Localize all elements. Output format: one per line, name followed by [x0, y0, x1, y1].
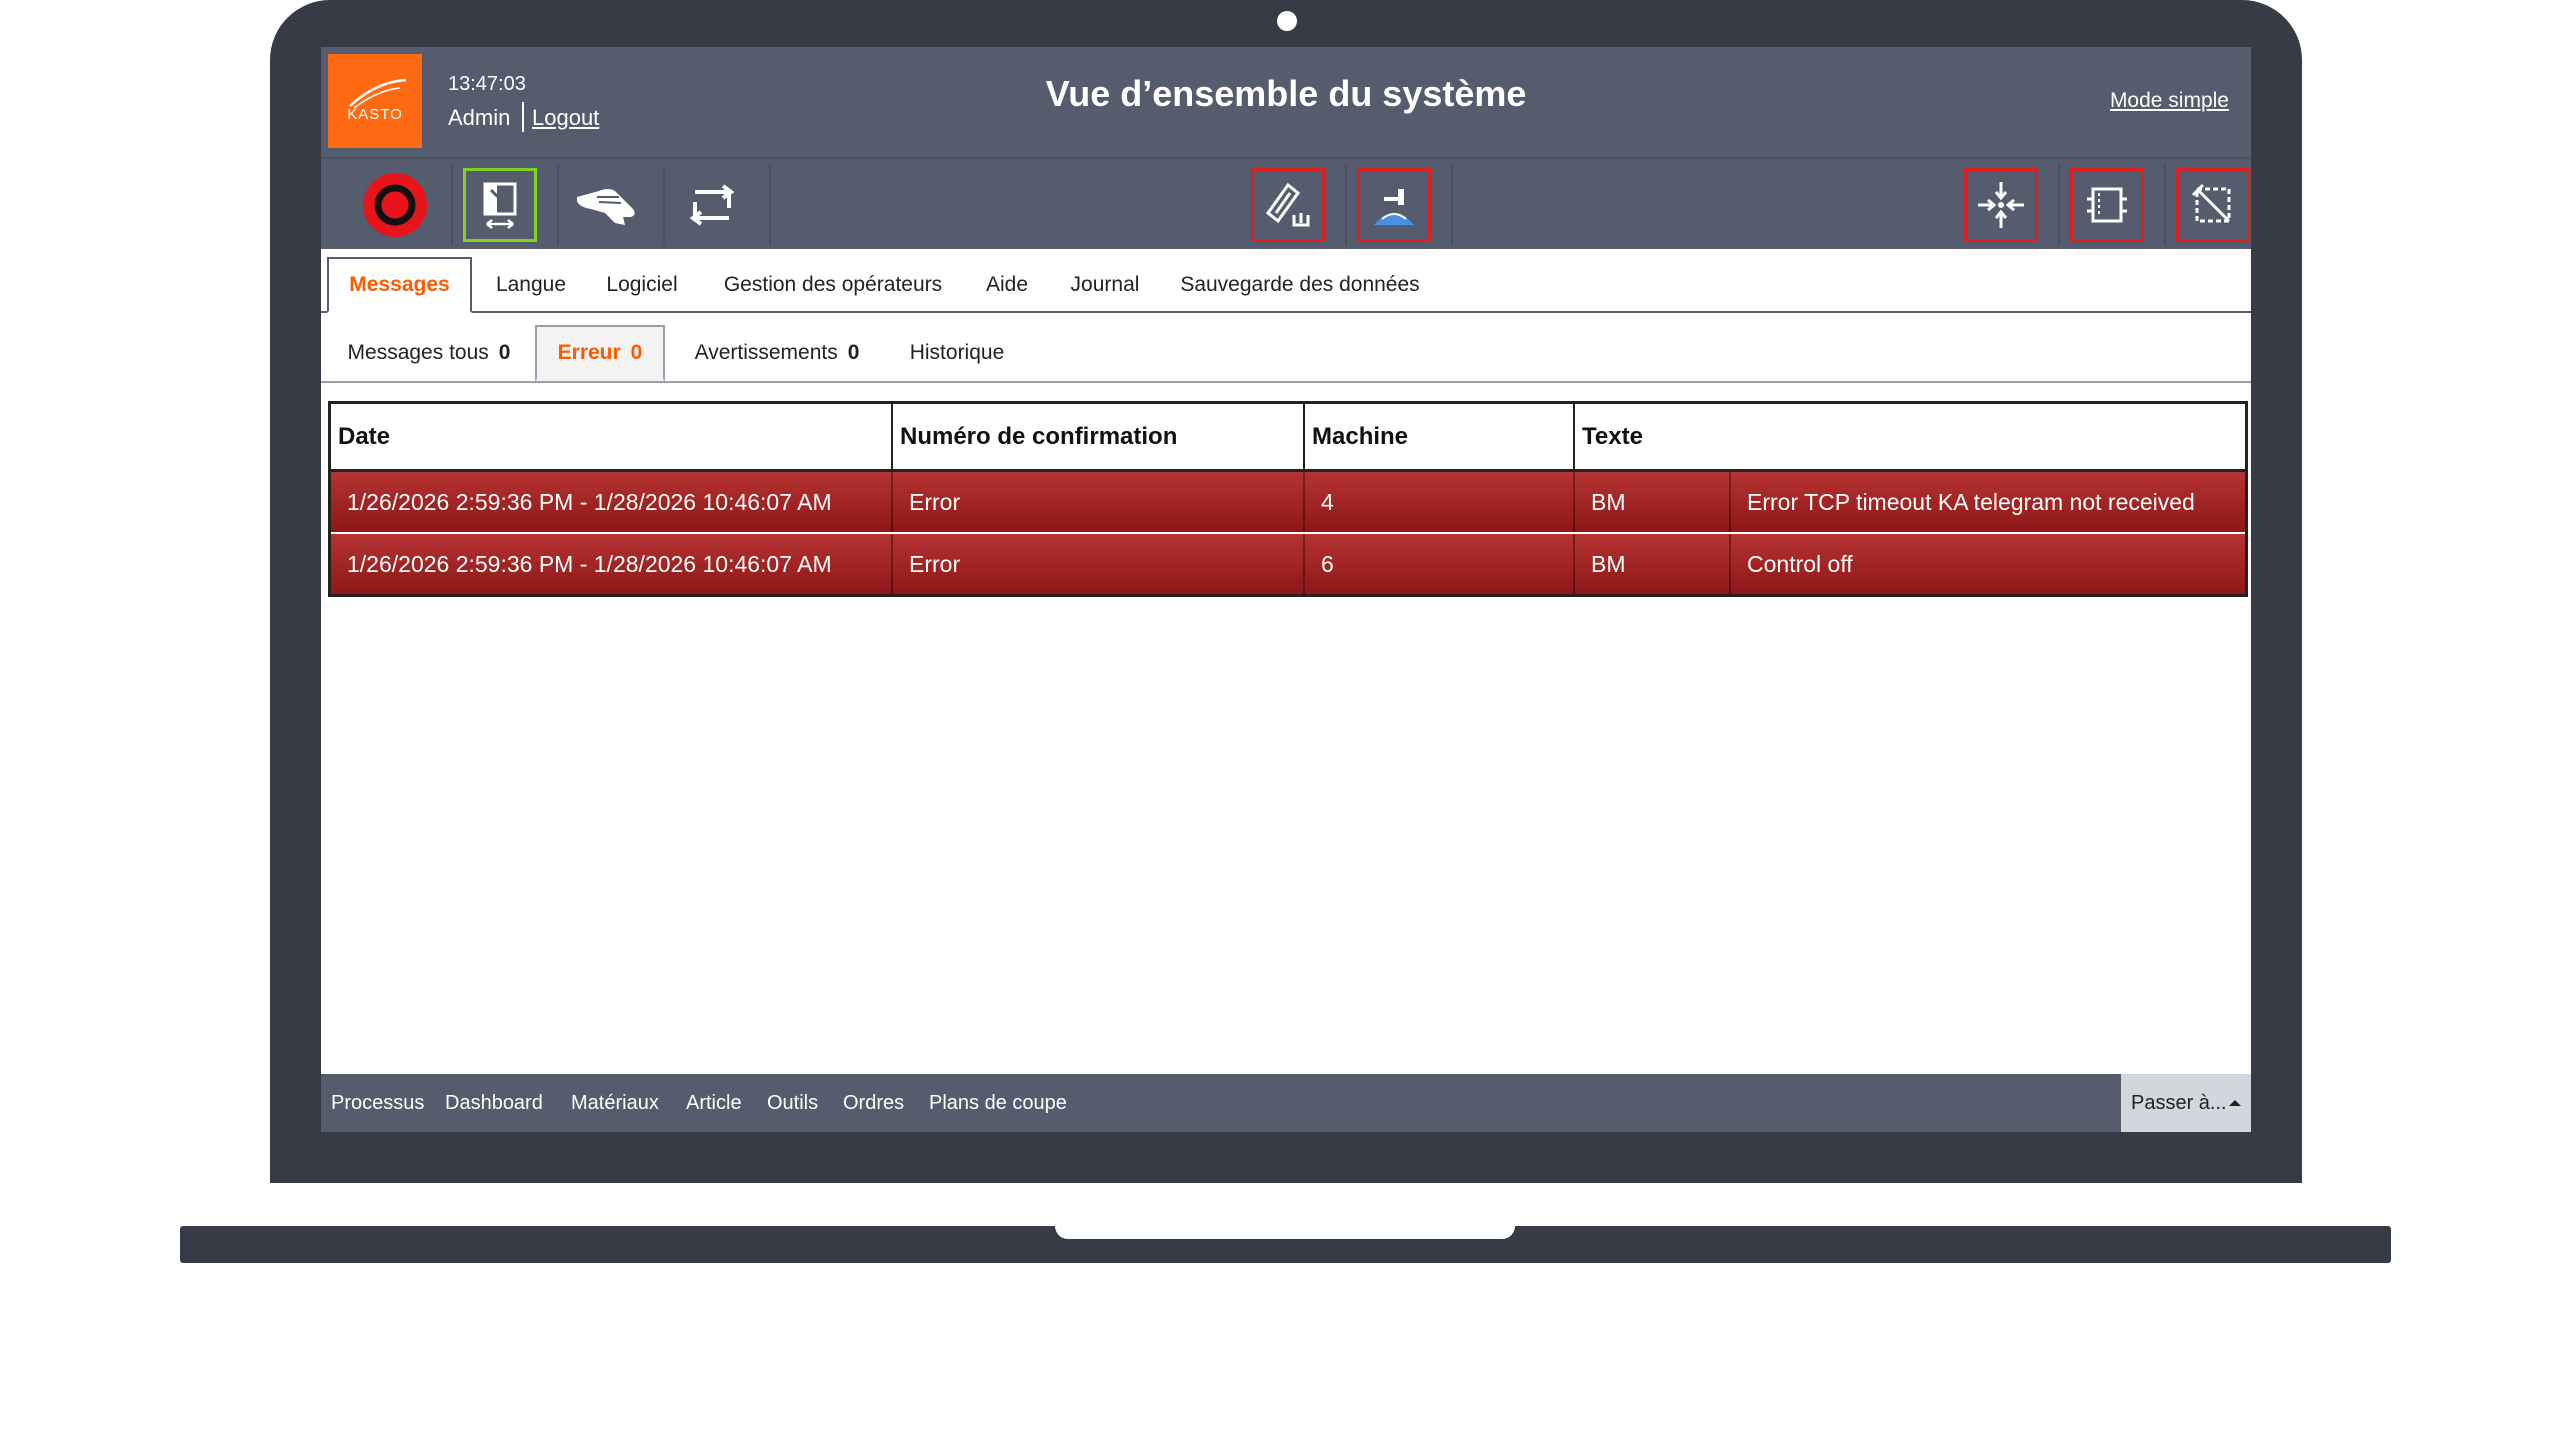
column-header-date[interactable]: Date [331, 404, 891, 469]
messages-table: Date Numéro de confirmation Machine Text… [328, 401, 2248, 597]
passer-a-dropdown[interactable]: Passer à... [2121, 1074, 2251, 1132]
caret-up-icon [2229, 1100, 2241, 1106]
subtab-label: Messages tous [347, 341, 489, 364]
footer-link-ordres[interactable]: Ordres [843, 1074, 904, 1132]
camera-dot [1277, 11, 1297, 31]
subtab-historique[interactable]: Historique [889, 325, 1025, 381]
axis-move-icon [483, 182, 517, 229]
subtab-count: 0 [630, 341, 643, 364]
manual-hand-button[interactable] [569, 168, 643, 242]
footer-link-dashboard[interactable]: Dashboard [445, 1074, 543, 1132]
manual-hand-icon [577, 189, 635, 225]
toolbar-separator [2164, 165, 2166, 245]
tab-gestion-operateurs[interactable]: Gestion des opérateurs [707, 257, 959, 313]
tab-langue[interactable]: Langue [481, 257, 581, 313]
feed-icon [2087, 187, 2127, 223]
subtab-messages-tous[interactable]: Messages tous 0 [331, 325, 527, 381]
footer-link-article[interactable]: Article [686, 1074, 742, 1132]
passer-a-label: Passer à... [2131, 1091, 2227, 1114]
cell-number: 6 [1321, 550, 1334, 577]
subtab-label: Erreur [557, 341, 621, 364]
page-title: Vue d’ensemble du système [1045, 73, 1527, 114]
stop-icon [363, 173, 427, 237]
cut-diagonal-icon [2191, 183, 2231, 223]
subtab-avertissements[interactable]: Avertissements 0 [673, 325, 881, 381]
app-screen: KASTO 13:47:03 Admin Logout Vue d’ensemb… [321, 47, 2251, 1132]
axis-move-button[interactable] [463, 168, 537, 242]
cell-machine: BM [1591, 488, 1626, 515]
blade-adjust-button[interactable] [1251, 168, 1325, 242]
toolbar [321, 157, 2251, 249]
toolbar-separator [2058, 165, 2060, 245]
tab-aide[interactable]: Aide [969, 257, 1045, 313]
blade-adjust-icon [1265, 182, 1310, 227]
cell-text: Control off [1747, 550, 1853, 577]
subtab-label: Avertissements [694, 341, 838, 364]
subtab-erreur[interactable]: Erreur 0 [535, 325, 665, 381]
clamp-icon [1978, 182, 2024, 228]
cell-date: 1/26/2026 2:59:36 PM - 1/28/2026 10:46:0… [347, 488, 832, 515]
cell-machine: BM [1591, 550, 1626, 577]
cell-confirmation: Error [909, 550, 961, 577]
app-header: KASTO 13:47:03 Admin Logout Vue d’ensemb… [321, 47, 2251, 157]
cell-text: Error TCP timeout KA telegram not receiv… [1747, 488, 2195, 515]
toolbar-separator [1451, 165, 1453, 245]
footer-link-plans-de-coupe[interactable]: Plans de coupe [929, 1074, 1067, 1132]
subtab-label: Historique [909, 341, 1005, 364]
toolbar-separator [451, 165, 453, 245]
message-filter-tabs: Messages tous 0 Erreur 0 Avertissements … [321, 313, 2251, 383]
sub-tabs-divider [321, 381, 2251, 383]
cut-diagonal-button[interactable] [2176, 168, 2250, 242]
clamp-button[interactable] [1964, 168, 2038, 242]
footer-link-processus[interactable]: Processus [331, 1074, 424, 1132]
mode-simple-link[interactable]: Mode simple [2110, 89, 2229, 113]
footer-link-materiaux[interactable]: Matériaux [571, 1074, 659, 1132]
column-header-texte[interactable]: Texte [1575, 404, 2245, 469]
tab-journal[interactable]: Journal [1055, 257, 1155, 313]
toolbar-separator [769, 165, 771, 245]
cell-confirmation: Error [909, 488, 961, 515]
cell-date: 1/26/2026 2:59:36 PM - 1/28/2026 10:46:0… [347, 550, 832, 577]
tab-messages[interactable]: Messages [327, 257, 472, 313]
subtab-count: 0 [498, 341, 511, 364]
coolant-button[interactable] [1357, 168, 1431, 242]
toolbar-separator [663, 165, 665, 245]
table-row[interactable]: 1/26/2026 2:59:36 PM - 1/28/2026 10:46:0… [331, 534, 2245, 594]
column-header-confirmation[interactable]: Numéro de confirmation [893, 404, 1303, 469]
main-tabs: Messages Langue Logiciel Gestion des opé… [321, 249, 2251, 313]
laptop-notch [1055, 1226, 1515, 1239]
subtab-count: 0 [847, 341, 860, 364]
cell-number: 4 [1321, 488, 1334, 515]
cycle-icon [689, 184, 735, 226]
column-header-machine[interactable]: Machine [1305, 404, 1573, 469]
tab-logiciel[interactable]: Logiciel [589, 257, 695, 313]
table-header: Date Numéro de confirmation Machine Text… [331, 404, 2245, 472]
footer-nav: Processus Dashboard Matériaux Article Ou… [321, 1074, 2251, 1132]
cycle-button[interactable] [675, 168, 749, 242]
footer-link-outils[interactable]: Outils [767, 1074, 818, 1132]
feed-button[interactable] [2070, 168, 2144, 242]
table-row[interactable]: 1/26/2026 2:59:36 PM - 1/28/2026 10:46:0… [331, 472, 2245, 532]
toolbar-separator [557, 165, 559, 245]
stop-button[interactable] [358, 168, 432, 242]
coolant-icon [1374, 189, 1414, 225]
tab-sauvegarde[interactable]: Sauvegarde des données [1167, 257, 1433, 313]
toolbar-separator [1345, 165, 1347, 245]
